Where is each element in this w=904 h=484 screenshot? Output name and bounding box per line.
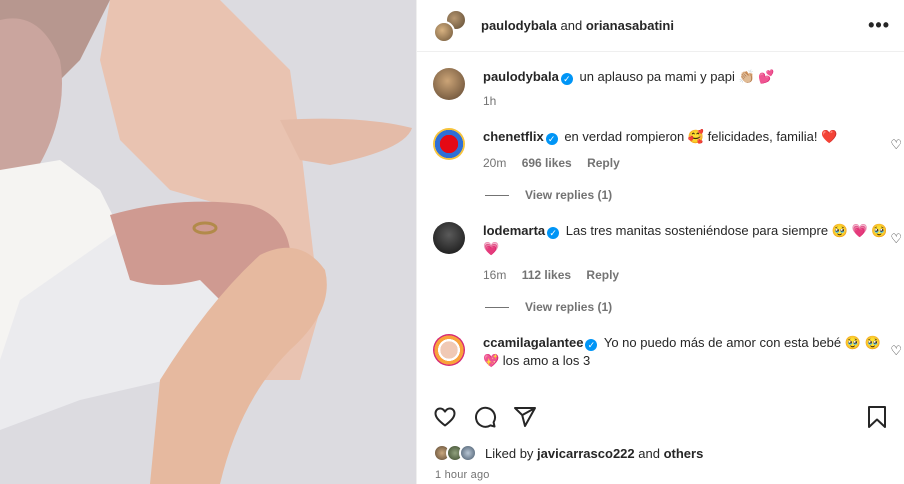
post-authors: paulodybala and orianasabatini [481, 18, 868, 33]
heart-icon[interactable] [433, 405, 457, 429]
verified-icon: ✓ [560, 73, 573, 85]
caption-row: paulodybala ✓ un aplauso pa mami y papi 👏… [417, 68, 904, 110]
liked-by-prefix: Liked by [485, 445, 534, 461]
comment-row: lodemarta ✓ Las tres manitas sosteniéndos… [417, 222, 904, 284]
liked-by-row: Liked by javicarrasco222 and others [433, 444, 703, 462]
heart-icon[interactable]: ♡ [890, 137, 902, 153]
view-replies-button[interactable]: View replies (1) [417, 300, 904, 314]
view-replies-label: View replies (1) [525, 188, 613, 202]
post-details-panel: paulodybala and orianasabatini ••• paulo… [416, 0, 904, 484]
reply-button[interactable]: Reply [587, 156, 620, 170]
post-actions [417, 400, 904, 434]
author-link[interactable]: orianasabatini [586, 18, 674, 33]
post-header: paulodybala and orianasabatini ••• [417, 0, 904, 52]
divider [485, 194, 509, 196]
avatar [459, 444, 477, 462]
comment-username[interactable]: chenetflix [483, 129, 544, 144]
caption-time: 1h [483, 94, 497, 108]
comments-list[interactable]: paulodybala ✓ un aplauso pa mami y papi 👏… [417, 52, 904, 390]
avatar [433, 20, 455, 43]
comment-time: 20m [483, 156, 507, 170]
avatar[interactable] [433, 128, 465, 160]
liked-by-connector: and [638, 445, 660, 461]
caption-text: un aplauso pa mami y papi 👏🏼 💕 [579, 69, 775, 84]
collab-avatars[interactable] [433, 8, 467, 43]
heart-icon[interactable]: ♡ [890, 343, 902, 359]
comment-likes[interactable]: 112 likes [522, 268, 571, 282]
share-icon[interactable] [513, 405, 537, 429]
liker-username[interactable]: javicarrasco222 [537, 446, 635, 461]
comment-row: ccamilagalantee ✓ Yo no puedo más de amor… [417, 334, 904, 370]
post-photo[interactable] [0, 0, 416, 484]
view-replies-label: View replies (1) [525, 300, 613, 314]
view-replies-button[interactable]: View replies (1) [417, 188, 904, 202]
more-icon[interactable]: ••• [868, 15, 890, 36]
verified-icon: ✓ [547, 227, 560, 239]
verified-icon: ✓ [545, 133, 558, 145]
reply-button[interactable]: Reply [586, 268, 619, 282]
avatar[interactable] [433, 222, 465, 254]
post-timestamp[interactable]: 1 hour ago [435, 469, 490, 481]
comment-username[interactable]: lodemarta [483, 223, 545, 238]
photo-illustration [0, 0, 416, 484]
comment-meta: 20m 696 likes Reply [483, 154, 890, 172]
comment-time: 16m [483, 268, 507, 282]
caption-username[interactable]: paulodybala [483, 69, 559, 84]
divider [485, 306, 509, 308]
verified-icon: ✓ [585, 339, 598, 351]
comment-meta: 16m 112 likes Reply [483, 266, 890, 284]
comment-likes[interactable]: 696 likes [522, 156, 572, 170]
comment-icon[interactable] [473, 405, 497, 429]
comment-text: en verdad rompieron 🥰 felicidades, famil… [564, 129, 838, 144]
comment-row: chenetflix ✓ en verdad rompieron 🥰 felici… [417, 128, 904, 172]
authors-connector: and [560, 18, 583, 33]
heart-icon[interactable]: ♡ [890, 231, 902, 247]
avatar[interactable] [433, 334, 465, 366]
post-modal: paulodybala and orianasabatini ••• paulo… [0, 0, 904, 484]
comment-username[interactable]: ccamilagalantee [483, 335, 583, 350]
bookmark-icon[interactable] [866, 405, 888, 429]
author-link[interactable]: paulodybala [481, 18, 557, 33]
caption-meta: 1h [483, 92, 890, 110]
avatar[interactable] [433, 68, 465, 100]
others-link[interactable]: others [664, 446, 704, 461]
liker-avatars[interactable] [433, 444, 477, 462]
